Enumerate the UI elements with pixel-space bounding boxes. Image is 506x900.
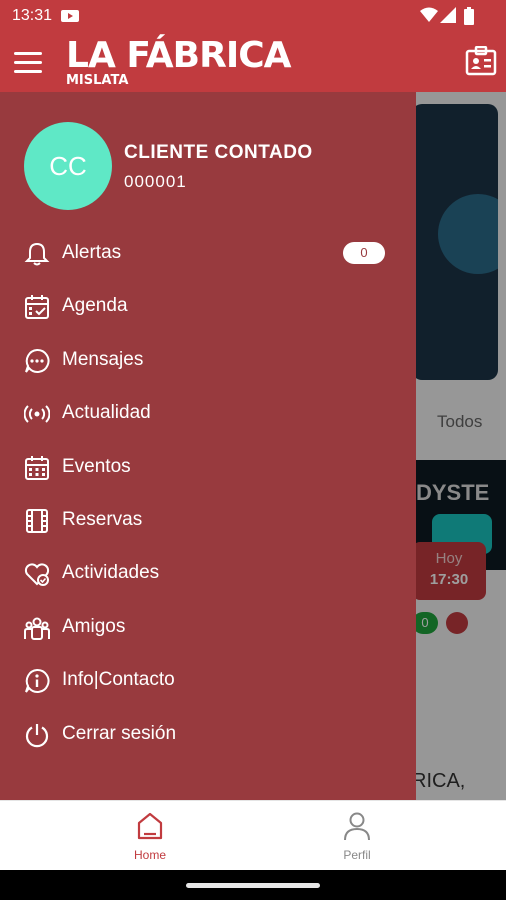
member-card-icon[interactable] — [465, 45, 497, 76]
user-code: 000001 — [124, 172, 187, 191]
bell-icon — [24, 241, 50, 267]
power-icon — [24, 722, 50, 748]
menu-item-label: Info|Contacto — [62, 669, 175, 691]
nav-profile[interactable]: Perfil — [317, 811, 397, 862]
nav-home-label: Home — [133, 848, 166, 862]
menu-item-label: Actividades — [62, 562, 160, 584]
film-icon — [24, 508, 50, 534]
nav-home[interactable]: Home — [110, 811, 190, 862]
group-icon — [24, 615, 50, 641]
signal-icon — [440, 7, 456, 28]
menu-item-alertas[interactable]: Alertas 0 — [0, 227, 416, 280]
menu-item-actividades[interactable]: Actividades — [0, 547, 416, 600]
nav-profile-label: Perfil — [343, 848, 371, 862]
menu-item-actualidad[interactable]: Actualidad — [0, 387, 416, 440]
navigation-drawer: CC CLIENTE CONTADO 000001 Alertas 0 Agen… — [0, 92, 416, 800]
menu-item-label: Eventos — [62, 455, 131, 477]
menu-item-label: Amigos — [62, 615, 126, 637]
user-profile-icon — [342, 812, 372, 845]
alerts-count-badge: 0 — [343, 242, 385, 264]
broadcast-icon — [23, 401, 51, 427]
logo-main-text: LA FÁBRICA — [66, 35, 291, 76]
wifi-icon — [420, 7, 438, 28]
app-logo: LA FÁBRICA MISLATA — [66, 35, 291, 88]
user-name: CLIENTE CONTADO — [124, 142, 313, 163]
menu-item-mensajes[interactable]: Mensajes — [0, 334, 416, 387]
status-bar: 13:31 — [0, 0, 506, 32]
calendar-grid-icon — [24, 455, 50, 481]
home-icon — [136, 812, 164, 845]
menu-item-label: Agenda — [62, 295, 128, 317]
heart-check-icon — [24, 561, 50, 587]
home-gesture-handle[interactable] — [186, 883, 320, 888]
notification-icon — [60, 7, 80, 30]
menu-item-agenda[interactable]: Agenda — [0, 280, 416, 333]
bottom-navigation: Home Perfil — [0, 800, 506, 871]
drawer-menu: Alertas 0 Agenda Mensajes Actualidad Eve… — [0, 227, 416, 761]
app-bar: LA FÁBRICA MISLATA — [0, 32, 506, 92]
chat-bubble-icon — [24, 348, 50, 374]
logo-sub-text: MISLATA — [66, 73, 129, 88]
info-icon — [24, 668, 50, 694]
avatar[interactable]: CC — [24, 122, 112, 210]
menu-item-label: Actualidad — [62, 402, 151, 424]
status-time: 13:31 — [12, 7, 53, 24]
menu-item-label: Cerrar sesión — [62, 722, 177, 744]
calendar-check-icon — [24, 294, 50, 320]
battery-icon — [464, 7, 474, 30]
menu-item-cerrar-sesion[interactable]: Cerrar sesión — [0, 708, 416, 761]
menu-item-label: Alertas — [62, 242, 122, 263]
menu-item-info-contacto[interactable]: Info|Contacto — [0, 654, 416, 707]
menu-item-amigos[interactable]: Amigos — [0, 601, 416, 654]
menu-item-label: Mensajes — [62, 348, 144, 370]
hamburger-menu-icon[interactable] — [14, 52, 42, 74]
menu-item-reservas[interactable]: Reservas — [0, 494, 416, 547]
menu-item-label: Reservas — [62, 508, 143, 530]
menu-item-eventos[interactable]: Eventos — [0, 441, 416, 494]
system-navigation-bar — [0, 870, 506, 900]
